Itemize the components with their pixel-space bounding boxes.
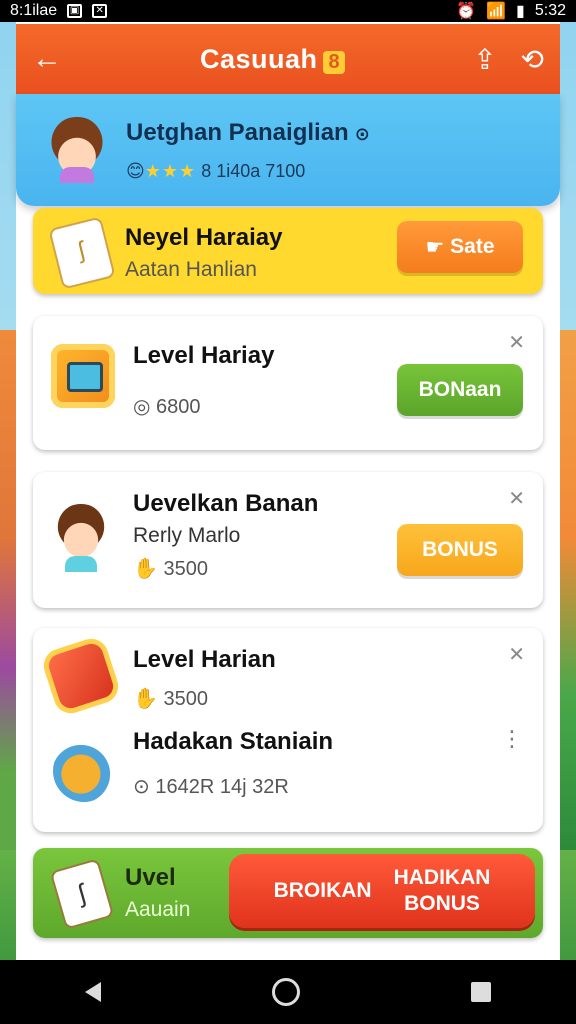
gift-bag-icon xyxy=(53,740,115,802)
close-icon[interactable]: ✕ xyxy=(508,642,525,667)
close-notification-icon: ✕ xyxy=(92,4,108,18)
promo-subtitle: Aatan Hanlian xyxy=(125,258,257,281)
level-card-1-button[interactable]: BONaan xyxy=(397,364,523,416)
smile-icon: 😊 xyxy=(126,160,145,181)
level-card-2-button[interactable]: BONUS xyxy=(397,524,523,576)
close-icon[interactable]: ✕ xyxy=(508,486,525,511)
title-text: Casuuah xyxy=(199,43,318,74)
system-nav-bar xyxy=(0,960,576,1024)
app-bar: ← Casuuah 8 ⇪ ⟲ xyxy=(16,24,560,94)
battery-icon: ▮ xyxy=(516,3,525,20)
level-card-1-points: 6800 xyxy=(156,396,201,418)
nav-recents-icon[interactable] xyxy=(470,982,491,1002)
refresh-icon[interactable]: ⟲ xyxy=(521,43,544,76)
coin-icon: ◎ xyxy=(133,396,151,418)
level-card-3-points: 3500 xyxy=(163,688,208,710)
level-card-2[interactable]: Uevelkan Banan Rerly Marlo ✋ 3500 ✕ BONU… xyxy=(33,472,543,608)
promo-button-label: Sate xyxy=(450,235,495,258)
level-card-2-subtitle: Rerly Marlo xyxy=(133,524,241,547)
bottom-card-subtitle: Aauain xyxy=(125,898,191,921)
profile-stats: 8 1i40a 7100 xyxy=(201,160,306,181)
page-title: Casuuah 8 xyxy=(72,44,473,75)
avatar[interactable] xyxy=(44,117,110,183)
hand-coin-icon: ✋ xyxy=(133,688,158,710)
level-card-2-points: 3500 xyxy=(163,558,208,580)
coin-badge: 8 xyxy=(323,50,346,74)
profile-name: Uetghan Panaiglian xyxy=(126,118,349,146)
badge-icon: ⊙ xyxy=(354,123,370,144)
level-card-3-meta-2: 1642R 14j 32R xyxy=(155,776,289,798)
status-left-text: 8:1ilae xyxy=(10,2,58,19)
promo-title: Neyel Haraiay xyxy=(125,224,283,251)
star-rating-icon: ★★★ xyxy=(144,160,197,181)
status-bar: 8:1ilae ▣ ✕ ⏰ 📶 ▮ 5:32 xyxy=(0,0,576,22)
coin-icon: ⊙ xyxy=(133,776,150,798)
promo-card[interactable]: ʃ Neyel Haraiay Aatan Hanlian ☛ Sate xyxy=(33,208,543,294)
character-avatar xyxy=(51,504,111,572)
hand-icon: ☛ xyxy=(425,235,445,259)
more-options-icon[interactable]: ⋮ xyxy=(501,726,523,752)
level-card-1[interactable]: Level Hariay ◎ 6800 ✕ BONaan xyxy=(33,316,543,450)
back-arrow-icon[interactable]: ← xyxy=(32,42,72,76)
bottom-card-title: Uvel xyxy=(125,864,176,891)
level-card-1-title: Level Hariay xyxy=(133,342,275,369)
game-console-icon xyxy=(51,344,115,408)
gallery-notification-icon: ▣ xyxy=(67,4,83,18)
nav-home-icon[interactable] xyxy=(271,978,300,1006)
bonus-button-right-label-1: HADIKAN xyxy=(393,866,491,889)
nav-back-icon[interactable] xyxy=(85,982,102,1002)
bonus-claim-button[interactable]: BROIKAN HADIKAN BONUS xyxy=(229,854,535,928)
level-card-3-title: Level Harian xyxy=(133,646,276,673)
close-icon[interactable]: ✕ xyxy=(508,330,525,355)
bottom-bonus-card[interactable]: ʃ Uvel Aauain BROIKAN HADIKAN BONUS xyxy=(33,848,543,938)
status-time: 5:32 xyxy=(534,2,566,19)
wifi-icon: 📶 xyxy=(486,3,507,20)
ticket-icon: ʃ xyxy=(49,858,115,930)
profile-header: Uetghan Panaiglian ⊙ 😊★★★ 8 1i40a 7100 xyxy=(16,94,560,206)
ticket-icon: ʃ xyxy=(48,216,116,290)
hand-coin-icon: ✋ xyxy=(133,558,158,580)
promo-button[interactable]: ☛ Sate xyxy=(397,221,523,273)
alarm-icon: ⏰ xyxy=(456,3,477,20)
level-card-2-title: Uevelkan Banan xyxy=(133,490,319,517)
ticket-badge-icon xyxy=(45,640,117,712)
level-card-3-title-2: Hadakan Staniain xyxy=(133,728,334,755)
share-icon[interactable]: ⇪ xyxy=(473,43,496,76)
bonus-button-right-label-2: BONUS xyxy=(404,892,480,915)
bonus-button-left-label: BROIKAN xyxy=(273,879,372,902)
level-card-3[interactable]: Level Harian ✋ 3500 ✕ Hadakan Staniain ⊙… xyxy=(33,628,543,832)
